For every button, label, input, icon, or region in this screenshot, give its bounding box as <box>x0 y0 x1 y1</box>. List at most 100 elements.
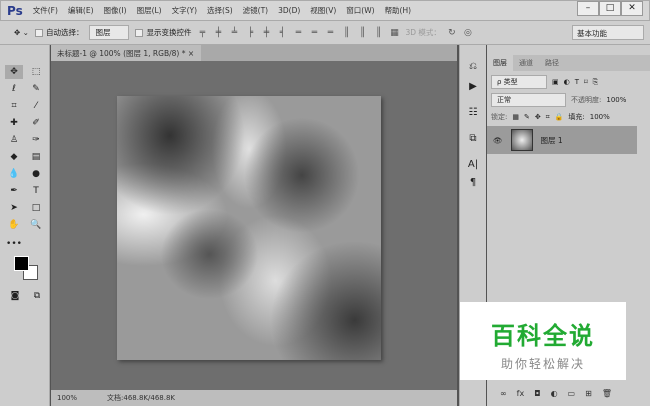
more-tools-icon[interactable]: ••• <box>5 237 23 251</box>
tab-channels[interactable]: 通道 <box>513 55 539 71</box>
filter-pixel-icon[interactable]: ▣ <box>552 78 559 86</box>
3d-roll-icon[interactable]: ◎ <box>463 28 473 38</box>
lock-artboard-icon[interactable]: ⌗ <box>546 113 550 122</box>
healing-tool-icon[interactable]: ✚ <box>5 116 23 130</box>
layer-thumbnail <box>510 129 533 151</box>
align-hcenter-icon[interactable]: ╪ <box>261 28 271 38</box>
eyedropper-tool-icon[interactable]: ⁄ <box>27 99 45 113</box>
hand-tool-icon[interactable]: ✋ <box>5 218 23 232</box>
path-select-tool-icon[interactable]: ➤ <box>5 201 23 215</box>
visibility-eye-icon[interactable]: 👁 <box>493 136 503 145</box>
stamp-tool-icon[interactable]: ♙ <box>5 133 23 147</box>
auto-select-checkbox[interactable]: 自动选择： <box>34 27 83 38</box>
status-bar: 100% 文档:468.8K/468.8K <box>51 390 457 406</box>
distribute-right-icon[interactable]: ║ <box>373 28 383 38</box>
distribute-bottom-icon[interactable]: ═ <box>325 28 335 38</box>
menu-filter[interactable]: 滤镜(T) <box>243 5 268 16</box>
document-tab[interactable]: 未标题-1 @ 100% (图层 1, RGB/8) * × <box>51 45 201 61</box>
canvas-clouds-image[interactable] <box>117 96 381 360</box>
distribute-vcenter-icon[interactable]: ═ <box>309 28 319 38</box>
lock-position-icon[interactable]: ✥ <box>535 113 541 121</box>
close-tab-icon[interactable]: × <box>188 49 194 58</box>
fx-icon[interactable]: fx <box>517 389 525 398</box>
paragraph-panel-icon[interactable]: ¶ <box>464 177 482 193</box>
distribute-top-icon[interactable]: ═ <box>293 28 303 38</box>
workspace-dropdown[interactable]: 基本功能 <box>572 25 644 40</box>
auto-align-icon[interactable]: ▦ <box>389 28 399 38</box>
show-transform-checkbox[interactable]: 显示变换控件 <box>135 27 191 38</box>
blur-tool-icon[interactable]: 💧 <box>5 167 23 181</box>
eraser-tool-icon[interactable]: ◆ <box>5 150 23 164</box>
maximize-button[interactable]: □ <box>599 1 621 16</box>
distribute-hcenter-icon[interactable]: ║ <box>357 28 367 38</box>
menu-type[interactable]: 文字(Y) <box>172 5 197 16</box>
menu-layer[interactable]: 图层(L) <box>137 5 162 16</box>
menu-3d[interactable]: 3D(D) <box>278 6 300 15</box>
character-panel-icon[interactable]: A| <box>464 159 482 175</box>
quick-select-tool-icon[interactable]: ✎ <box>27 82 45 96</box>
align-bottom-icon[interactable]: ╧ <box>229 28 239 38</box>
3d-rotate-icon[interactable]: ↻ <box>447 28 457 38</box>
clone-source-icon[interactable]: ⧉ <box>464 133 482 149</box>
zoom-level[interactable]: 100% <box>57 394 77 402</box>
screen-mode-icon[interactable]: ⧉ <box>28 289 46 303</box>
rectangle-tool-icon[interactable]: □ <box>27 201 45 215</box>
move-tool-icon[interactable]: ✥ <box>5 65 23 79</box>
lock-transparent-icon[interactable]: ▦ <box>512 113 519 121</box>
history-brush-icon[interactable]: ✑ <box>27 133 45 147</box>
crop-tool-icon[interactable]: ⌗ <box>5 99 23 113</box>
menu-image[interactable]: 图像(I) <box>104 5 127 16</box>
align-top-icon[interactable]: ╤ <box>197 28 207 38</box>
align-left-icon[interactable]: ╞ <box>245 28 255 38</box>
lasso-tool-icon[interactable]: ℓ <box>5 82 23 96</box>
new-group-icon[interactable]: ▭ <box>568 389 576 398</box>
align-vcenter-icon[interactable]: ╪ <box>213 28 223 38</box>
new-layer-icon[interactable]: ⊞ <box>585 389 592 398</box>
brush-tool-icon[interactable]: ✐ <box>27 116 45 130</box>
options-bar: ✥ ⌄ 自动选择： 图层 显示变换控件 ╤ ╪ ╧ ╞ ╪ ╡ ═ ═ ═ ║ … <box>0 21 650 45</box>
pen-tool-icon[interactable]: ✒ <box>5 184 23 198</box>
filter-shape-icon[interactable]: ⌑ <box>584 78 588 86</box>
minimize-button[interactable]: – <box>577 1 599 16</box>
menu-select[interactable]: 选择(S) <box>207 5 233 16</box>
gradient-tool-icon[interactable]: ▤ <box>27 150 45 164</box>
tab-paths[interactable]: 路径 <box>539 55 565 71</box>
dodge-tool-icon[interactable]: ● <box>27 167 45 181</box>
link-layers-icon[interactable]: ∞ <box>500 389 507 398</box>
filter-smart-icon[interactable]: ⎘ <box>593 78 599 87</box>
adjustment-layer-icon[interactable]: ◐ <box>551 389 558 398</box>
layer-filter-dropdown[interactable]: ρ 类型 <box>491 75 547 89</box>
layer-row[interactable]: 👁 图层 1 <box>487 126 637 154</box>
blend-mode-dropdown[interactable]: 正常 <box>491 93 566 107</box>
align-right-icon[interactable]: ╡ <box>277 28 287 38</box>
opacity-input[interactable]: 100% <box>606 96 626 104</box>
type-tool-icon[interactable]: T <box>27 184 45 198</box>
marquee-tool-icon[interactable]: ⬚ <box>27 65 45 79</box>
menu-window[interactable]: 窗口(W) <box>346 5 374 16</box>
move-tool-icon[interactable]: ✥ ⌄ <box>14 28 29 37</box>
distribute-left-icon[interactable]: ║ <box>341 28 351 38</box>
fill-label: 填充: <box>568 113 585 121</box>
properties-panel-icon[interactable]: ☷ <box>464 107 482 123</box>
menu-view[interactable]: 视图(V) <box>310 5 336 16</box>
lock-all-icon[interactable]: 🔒 <box>555 113 564 121</box>
auto-select-dropdown[interactable]: 图层 <box>89 25 130 40</box>
menu-help[interactable]: 帮助(H) <box>385 5 412 16</box>
doc-size: 文档:468.8K/468.8K <box>107 394 175 402</box>
menu-edit[interactable]: 编辑(E) <box>68 5 94 16</box>
layer-name[interactable]: 图层 1 <box>541 135 563 146</box>
filter-type-icon[interactable]: T <box>575 78 579 86</box>
foreground-color-swatch[interactable] <box>14 256 29 271</box>
delete-layer-icon[interactable]: 🗑 <box>602 389 612 398</box>
actions-panel-icon[interactable]: ▶ <box>464 81 482 97</box>
zoom-tool-icon[interactable]: 🔍 <box>27 218 45 232</box>
tab-layers[interactable]: 图层 <box>487 55 513 71</box>
lock-pixels-icon[interactable]: ✎ <box>524 113 530 121</box>
close-button[interactable]: ✕ <box>621 1 643 16</box>
add-mask-icon[interactable]: ◘ <box>534 389 540 398</box>
filter-adjust-icon[interactable]: ◐ <box>564 78 570 86</box>
quick-mask-icon[interactable]: ◙ <box>6 289 24 303</box>
fill-input[interactable]: 100% <box>590 113 610 121</box>
history-panel-icon[interactable]: ⎌ <box>464 61 482 77</box>
menu-file[interactable]: 文件(F) <box>33 5 58 16</box>
